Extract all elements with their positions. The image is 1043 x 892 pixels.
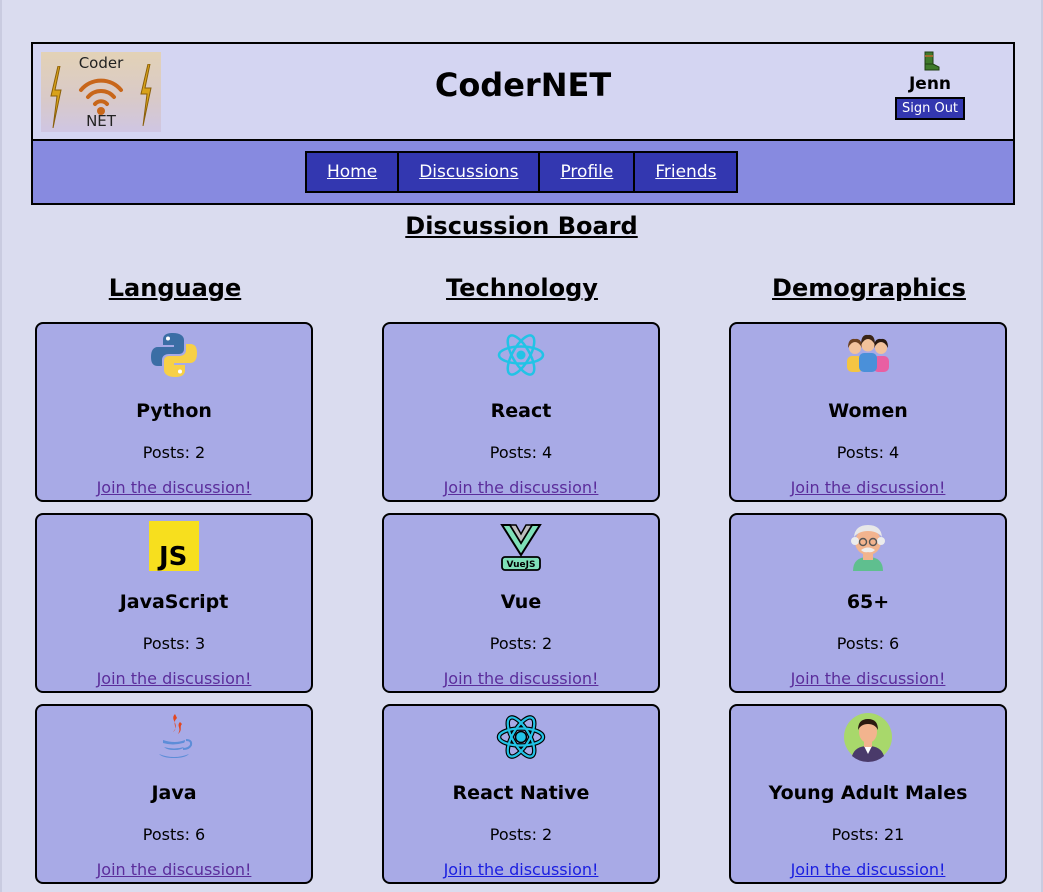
react-icon bbox=[497, 334, 545, 376]
topic-card-vue: VueJS Vue Posts: 2 Join the discussion! bbox=[382, 513, 660, 693]
post-count: Posts: 4 bbox=[489, 443, 553, 462]
join-discussion-link[interactable]: Join the discussion! bbox=[37, 478, 311, 497]
javascript-icon: JS bbox=[149, 521, 199, 571]
vuejs-icon: VueJS bbox=[500, 524, 542, 571]
card-title: Java bbox=[151, 782, 197, 804]
site-header: Coder NET CoderNET Jenn Sign Out bbox=[31, 42, 1015, 140]
card-title: Vue bbox=[500, 591, 542, 613]
main-nav: Home Discussions Profile Friends bbox=[31, 139, 1015, 205]
vuejs-label: VueJS bbox=[507, 560, 536, 570]
card-title: React Native bbox=[452, 782, 590, 804]
topic-card-young-adult-males: Young Adult Males Posts: 21 Join the dis… bbox=[729, 704, 1007, 884]
post-count: Posts: 4 bbox=[836, 443, 900, 462]
join-discussion-link[interactable]: Join the discussion! bbox=[731, 478, 1005, 497]
column-technology: Technology React Posts: 4 Join the discu… bbox=[382, 270, 662, 884]
column-heading: Demographics bbox=[772, 274, 966, 302]
post-count: Posts: 6 bbox=[836, 634, 900, 653]
post-count: Posts: 6 bbox=[142, 825, 206, 844]
join-discussion-link[interactable]: Join the discussion! bbox=[731, 860, 1005, 879]
post-count: Posts: 2 bbox=[489, 825, 553, 844]
column-language: Language Python Posts: 2 Join the discus… bbox=[35, 270, 315, 884]
sign-out-button[interactable]: Sign Out bbox=[894, 97, 966, 120]
nav-item-friends[interactable]: Friends bbox=[635, 153, 737, 191]
topic-card-65-plus: 65+ Posts: 6 Join the discussion! bbox=[729, 513, 1007, 693]
post-count: Posts: 2 bbox=[489, 634, 553, 653]
svg-text:JS: JS bbox=[157, 542, 187, 571]
topic-card-react: React Posts: 4 Join the discussion! bbox=[382, 322, 660, 502]
join-discussion-link[interactable]: Join the discussion! bbox=[731, 669, 1005, 688]
react-native-icon bbox=[496, 715, 546, 759]
card-title: Python bbox=[136, 400, 212, 422]
nav-item-profile[interactable]: Profile bbox=[540, 153, 636, 191]
user-panel: Jenn Sign Out bbox=[893, 50, 967, 120]
women-group-icon bbox=[847, 334, 889, 372]
post-count: Posts: 2 bbox=[142, 443, 206, 462]
young-man-icon bbox=[844, 713, 892, 762]
card-title: JavaScript bbox=[119, 591, 229, 613]
user-name: Jenn bbox=[908, 74, 952, 94]
post-count: Posts: 3 bbox=[142, 634, 206, 653]
column-heading: Technology bbox=[446, 274, 598, 302]
window-border-left bbox=[0, 0, 2, 892]
join-discussion-link[interactable]: Join the discussion! bbox=[37, 860, 311, 879]
logo-bottom-text: NET bbox=[86, 112, 116, 130]
elderly-man-icon bbox=[851, 525, 885, 571]
join-discussion-link[interactable]: Join the discussion! bbox=[384, 478, 658, 497]
join-discussion-link[interactable]: Join the discussion! bbox=[384, 860, 658, 879]
topic-card-javascript: JS JavaScript Posts: 3 Join the discussi… bbox=[35, 513, 313, 693]
python-icon bbox=[151, 333, 197, 377]
card-title: Young Adult Males bbox=[768, 782, 968, 804]
topic-card-java: Java Posts: 6 Join the discussion! bbox=[35, 704, 313, 884]
nav-list: Home Discussions Profile Friends bbox=[305, 151, 739, 193]
column-heading: Language bbox=[108, 274, 242, 302]
boot-icon bbox=[924, 51, 940, 71]
post-count: Posts: 21 bbox=[831, 825, 905, 844]
java-icon bbox=[159, 714, 193, 758]
site-title: CoderNET bbox=[434, 66, 612, 104]
topic-card-python: Python Posts: 2 Join the discussion! bbox=[35, 322, 313, 502]
nav-item-discussions[interactable]: Discussions bbox=[399, 153, 541, 191]
topic-card-react-native: React Native Posts: 2 Join the discussio… bbox=[382, 704, 660, 884]
nav-item-home[interactable]: Home bbox=[307, 153, 400, 191]
join-discussion-link[interactable]: Join the discussion! bbox=[37, 669, 311, 688]
topic-card-women: Women Posts: 4 Join the discussion! bbox=[729, 322, 1007, 502]
column-demographics: Demographics Women Posts: 4 Join the dis… bbox=[729, 270, 1009, 884]
card-title: 65+ bbox=[846, 591, 890, 613]
card-title: Women bbox=[828, 400, 908, 422]
page-title: Discussion Board bbox=[405, 212, 638, 240]
join-discussion-link[interactable]: Join the discussion! bbox=[384, 669, 658, 688]
card-title: React bbox=[490, 400, 552, 422]
